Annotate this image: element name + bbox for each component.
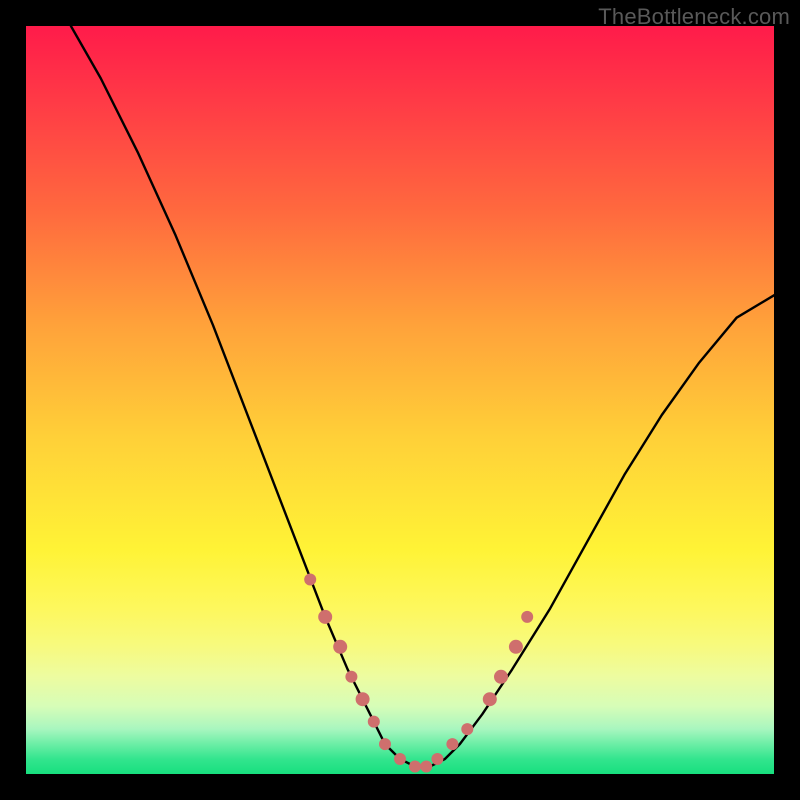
data-point-marker: [521, 611, 533, 623]
data-point-marker: [368, 716, 380, 728]
data-point-marker: [509, 640, 523, 654]
data-point-marker: [446, 738, 458, 750]
data-point-marker: [494, 670, 508, 684]
watermark-text: TheBottleneck.com: [598, 4, 790, 30]
data-point-marker: [345, 671, 357, 683]
data-point-marker: [461, 723, 473, 735]
data-point-marker: [318, 610, 332, 624]
data-point-marker: [431, 753, 443, 765]
bottleneck-curve: [26, 26, 774, 774]
data-point-marker: [420, 761, 432, 773]
chart-plot-area: [26, 26, 774, 774]
data-point-marker: [356, 692, 370, 706]
data-point-marker: [394, 753, 406, 765]
data-point-marker: [333, 640, 347, 654]
data-point-marker: [304, 574, 316, 586]
data-point-marker: [379, 738, 391, 750]
data-point-marker: [483, 692, 497, 706]
data-point-marker: [409, 761, 421, 773]
